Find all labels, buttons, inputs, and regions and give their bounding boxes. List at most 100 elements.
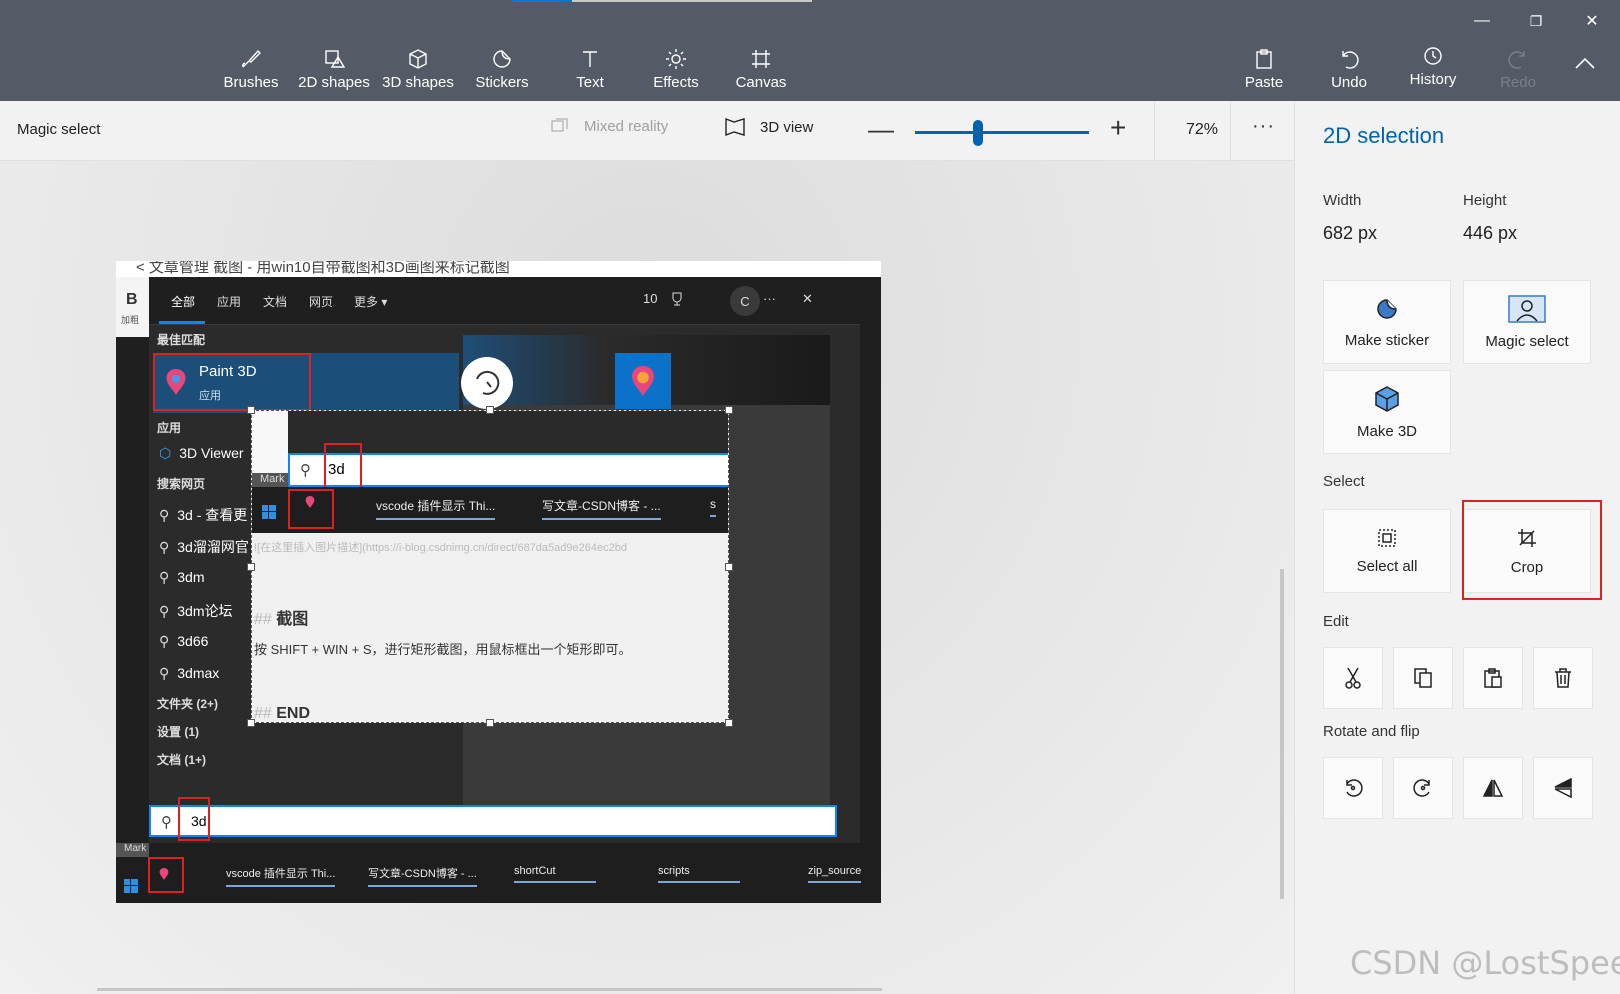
- magic-select-button[interactable]: Magic select: [1463, 280, 1591, 364]
- cut-button[interactable]: [1323, 647, 1383, 709]
- zoom-slider-thumb[interactable]: [972, 120, 983, 146]
- taskbar-item: vscode 插件显示 Thi...: [376, 497, 496, 520]
- annotation-box: [288, 489, 334, 529]
- selection-taskbar: Mark vscode 插件显示 Thi... 写文章-CSDN博客 - ...…: [252, 473, 728, 533]
- rotate-left-button[interactable]: [1323, 757, 1383, 819]
- web-result: ⚲ 3dmax: [159, 665, 219, 682]
- divider: [1230, 101, 1231, 161]
- web-result: ⚲ 3d溜溜网官: [159, 537, 249, 557]
- watermark: CSDN @LostSpeed: [1350, 944, 1620, 982]
- search-icon: ⚲: [159, 539, 170, 555]
- brushes-tool[interactable]: Brushes: [211, 46, 291, 96]
- search-icon: ⚲: [159, 633, 170, 649]
- selected-region[interactable]: ⚲ 3d Mark vscode 插件显示 Thi... 写文章-CSDN博客 …: [251, 410, 729, 723]
- canvas-image[interactable]: < 文章管理 截图 - 用win10自带截图和3D画图来标记截图 B 加粗 全部…: [116, 261, 881, 903]
- resize-handle[interactable]: [247, 719, 255, 727]
- tab-docs: 文档: [263, 295, 288, 309]
- sticker-icon: [490, 46, 514, 72]
- make-sticker-button[interactable]: Make sticker: [1323, 280, 1451, 364]
- resize-handle[interactable]: [725, 719, 733, 727]
- windows-logo-icon: [124, 879, 138, 898]
- collapse-toolbar-icon[interactable]: [1574, 56, 1596, 75]
- annotation-box: [1462, 500, 1602, 600]
- windows-taskbar: Mark vscode 插件显示 Thi... 写文章-CSDN博客 - ...…: [116, 843, 881, 903]
- more-options-button[interactable]: ···: [1252, 115, 1275, 138]
- web-result-label: 3d溜溜网官: [177, 539, 249, 555]
- rotate-right-button[interactable]: [1393, 757, 1453, 819]
- 2d-shapes-icon: [322, 46, 346, 72]
- app-result-label: 3D Viewer: [179, 445, 244, 461]
- taskbar-item: scripts: [658, 865, 740, 883]
- taskbar-item: vscode 插件显示 Thi...: [226, 865, 336, 887]
- search-icon: ⚲: [159, 569, 170, 585]
- paste-label: Paste: [1244, 74, 1284, 91]
- select-all-button[interactable]: Select all: [1323, 509, 1451, 593]
- restore-button[interactable]: ❐: [1518, 6, 1554, 36]
- view-bar: Magic select Mixed reality 3D view — + 7…: [0, 101, 1294, 161]
- canvas-tool[interactable]: Canvas: [721, 46, 801, 96]
- 2d-shapes-tool[interactable]: 2D shapes: [294, 46, 374, 96]
- redo-icon: [1506, 46, 1530, 72]
- image-left-strip: B 加粗: [116, 277, 149, 337]
- make-3d-button[interactable]: Make 3D: [1323, 370, 1451, 454]
- effects-label: Effects: [653, 74, 699, 91]
- annotation-box: [148, 857, 184, 893]
- paste-button[interactable]: Paste: [1224, 46, 1304, 96]
- search-icon: ⚲: [300, 462, 311, 479]
- resize-handle[interactable]: [725, 563, 733, 571]
- web-result-label: 3d66: [177, 633, 209, 649]
- paste-button[interactable]: [1463, 647, 1523, 709]
- zoom-slider[interactable]: [915, 131, 1089, 134]
- close-button[interactable]: ✕: [1574, 6, 1610, 36]
- markdown-heading: ## 截图: [254, 605, 308, 629]
- tab-underline: [159, 321, 205, 324]
- delete-button[interactable]: [1533, 647, 1593, 709]
- rotate-flip-heading: Rotate and flip: [1323, 723, 1420, 740]
- horizontal-scrollbar[interactable]: [97, 988, 882, 991]
- more-icon: ···: [763, 291, 776, 306]
- annotation-box: [178, 797, 210, 841]
- redo-button[interactable]: Redo: [1478, 46, 1558, 96]
- height-value[interactable]: 446 px: [1463, 223, 1517, 244]
- 3d-shapes-tool[interactable]: 3D shapes: [378, 46, 458, 96]
- tab-more: 更多 ▾: [354, 295, 388, 309]
- mixed-reality-button[interactable]: Mixed reality: [550, 117, 668, 135]
- search-icon: ⚲: [159, 603, 170, 619]
- flip-horizontal-button[interactable]: [1463, 757, 1523, 819]
- stickers-tool[interactable]: Stickers: [462, 46, 542, 96]
- annotation-box: [153, 353, 311, 411]
- rotate-left-icon: [1346, 779, 1363, 797]
- flip-vertical-button[interactable]: [1533, 757, 1593, 819]
- zoom-out-button[interactable]: —: [868, 114, 894, 145]
- vertical-scrollbar[interactable]: [1280, 569, 1284, 899]
- taskbar-item: s: [710, 497, 716, 517]
- resize-handle[interactable]: [725, 406, 733, 414]
- 3d-view-button[interactable]: 3D view: [724, 117, 813, 137]
- web-result: ⚲ 3dm: [159, 569, 205, 586]
- web-result: ⚲ 3d66: [159, 633, 208, 650]
- paint-3d-tile: [615, 353, 671, 409]
- web-result-label: 3dmax: [177, 665, 220, 681]
- history-button[interactable]: History: [1393, 43, 1473, 93]
- width-value[interactable]: 682 px: [1323, 223, 1377, 244]
- bold-glyph: B: [126, 291, 138, 308]
- settings-heading: 设置 (1): [157, 725, 200, 739]
- undo-label: Undo: [1331, 74, 1367, 91]
- copy-button[interactable]: [1393, 647, 1453, 709]
- resize-handle[interactable]: [247, 563, 255, 571]
- points-count: 10: [643, 291, 658, 306]
- resize-handle[interactable]: [247, 406, 255, 414]
- minimize-button[interactable]: —: [1464, 6, 1500, 36]
- folders-heading: 文件夹 (2+): [157, 697, 219, 711]
- resize-handle[interactable]: [486, 719, 494, 727]
- effects-tool[interactable]: Effects: [636, 46, 716, 96]
- paint-3d-logo-icon: [632, 366, 654, 396]
- taskbar-item: shortCut: [514, 865, 596, 883]
- undo-button[interactable]: Undo: [1309, 46, 1389, 96]
- zoom-in-button[interactable]: +: [1110, 112, 1126, 144]
- resize-handle[interactable]: [486, 406, 494, 414]
- text-tool[interactable]: Text: [550, 46, 630, 96]
- search-icon: ⚲: [161, 814, 172, 831]
- taskbar-item: zip_source: [808, 865, 862, 883]
- copy-icon: [1414, 668, 1432, 688]
